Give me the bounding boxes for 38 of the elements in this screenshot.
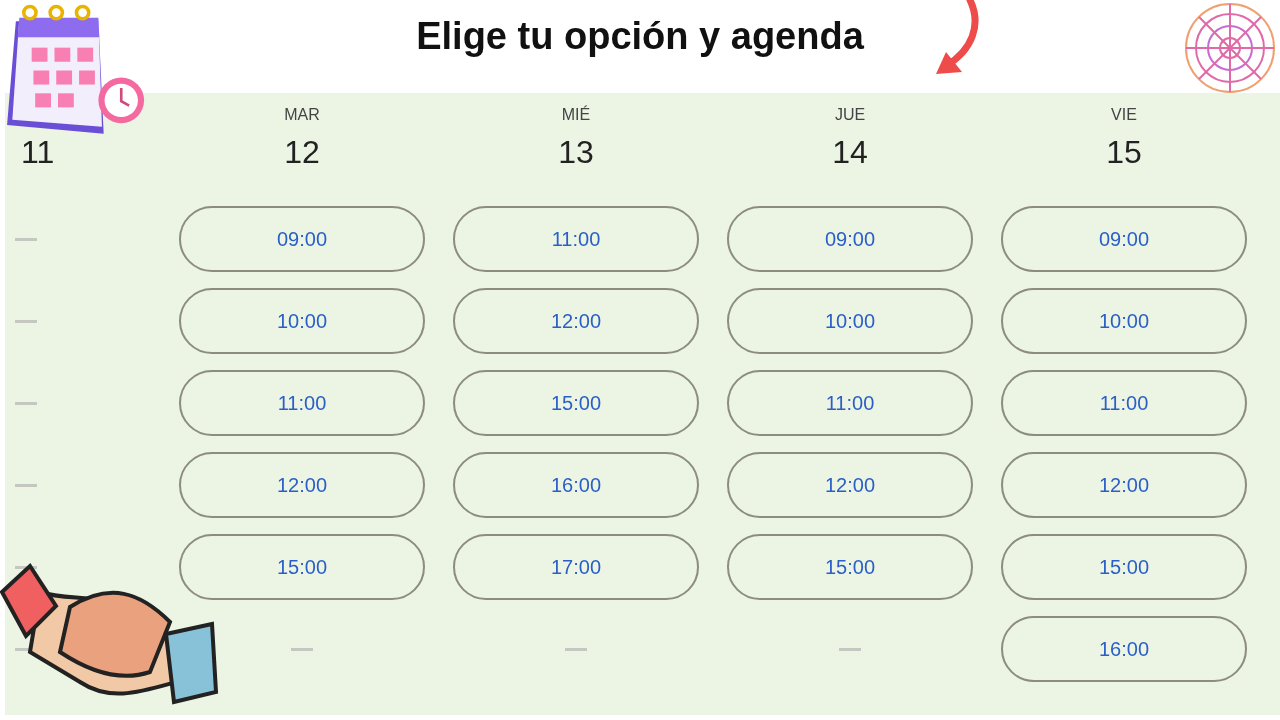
time-slot-button[interactable]: 15:00 (1001, 534, 1247, 600)
weekday-label: MIÉ (561, 106, 591, 124)
time-slot-button[interactable]: 11:00 (179, 370, 425, 436)
weekday-label: MAR (284, 106, 320, 124)
date-number: 14 (832, 134, 868, 170)
time-slot-button[interactable]: 12:00 (453, 288, 699, 354)
time-slot-button[interactable]: 16:00 (453, 452, 699, 518)
time-slot-button[interactable]: 15:00 (179, 534, 425, 600)
time-slot-button[interactable]: 12:00 (179, 452, 425, 518)
time-slot-button[interactable]: 11:00 (727, 370, 973, 436)
time-slot-button[interactable]: 10:00 (179, 288, 425, 354)
empty-slot-dash (839, 647, 861, 651)
time-slot-button[interactable]: 10:00 (727, 288, 973, 354)
time-slot-button[interactable]: 11:00 (1001, 370, 1247, 436)
page-title: Elige tu opción y agenda (416, 15, 864, 58)
empty-slot-dash (291, 647, 313, 651)
time-slot-button[interactable]: 10:00 (1001, 288, 1247, 354)
weekday-label: JUE (834, 106, 866, 124)
date-number: 15 (1106, 134, 1142, 170)
empty-slot-dash (15, 237, 37, 241)
time-slot-button[interactable]: 12:00 (1001, 452, 1247, 518)
weekday-label: VIE (1111, 106, 1137, 124)
time-slot-button[interactable]: 09:00 (1001, 206, 1247, 272)
time-slot-button[interactable]: 15:00 (727, 534, 973, 600)
time-slot-button[interactable]: 15:00 (453, 370, 699, 436)
time-slot-button[interactable]: 16:00 (1001, 616, 1247, 682)
time-slot-button[interactable]: 17:00 (453, 534, 699, 600)
time-slot-button[interactable]: 09:00 (179, 206, 425, 272)
empty-slot-dash (15, 483, 37, 487)
date-number: 13 (558, 134, 594, 170)
time-slot-button[interactable]: 12:00 (727, 452, 973, 518)
time-slot-button[interactable]: 09:00 (727, 206, 973, 272)
empty-slot-dash (565, 647, 587, 651)
empty-slot-dash (15, 401, 37, 405)
empty-slot-dash (15, 319, 37, 323)
time-slot-button[interactable]: 11:00 (453, 206, 699, 272)
date-number: 12 (284, 134, 320, 170)
date-number: 11 (21, 134, 55, 170)
